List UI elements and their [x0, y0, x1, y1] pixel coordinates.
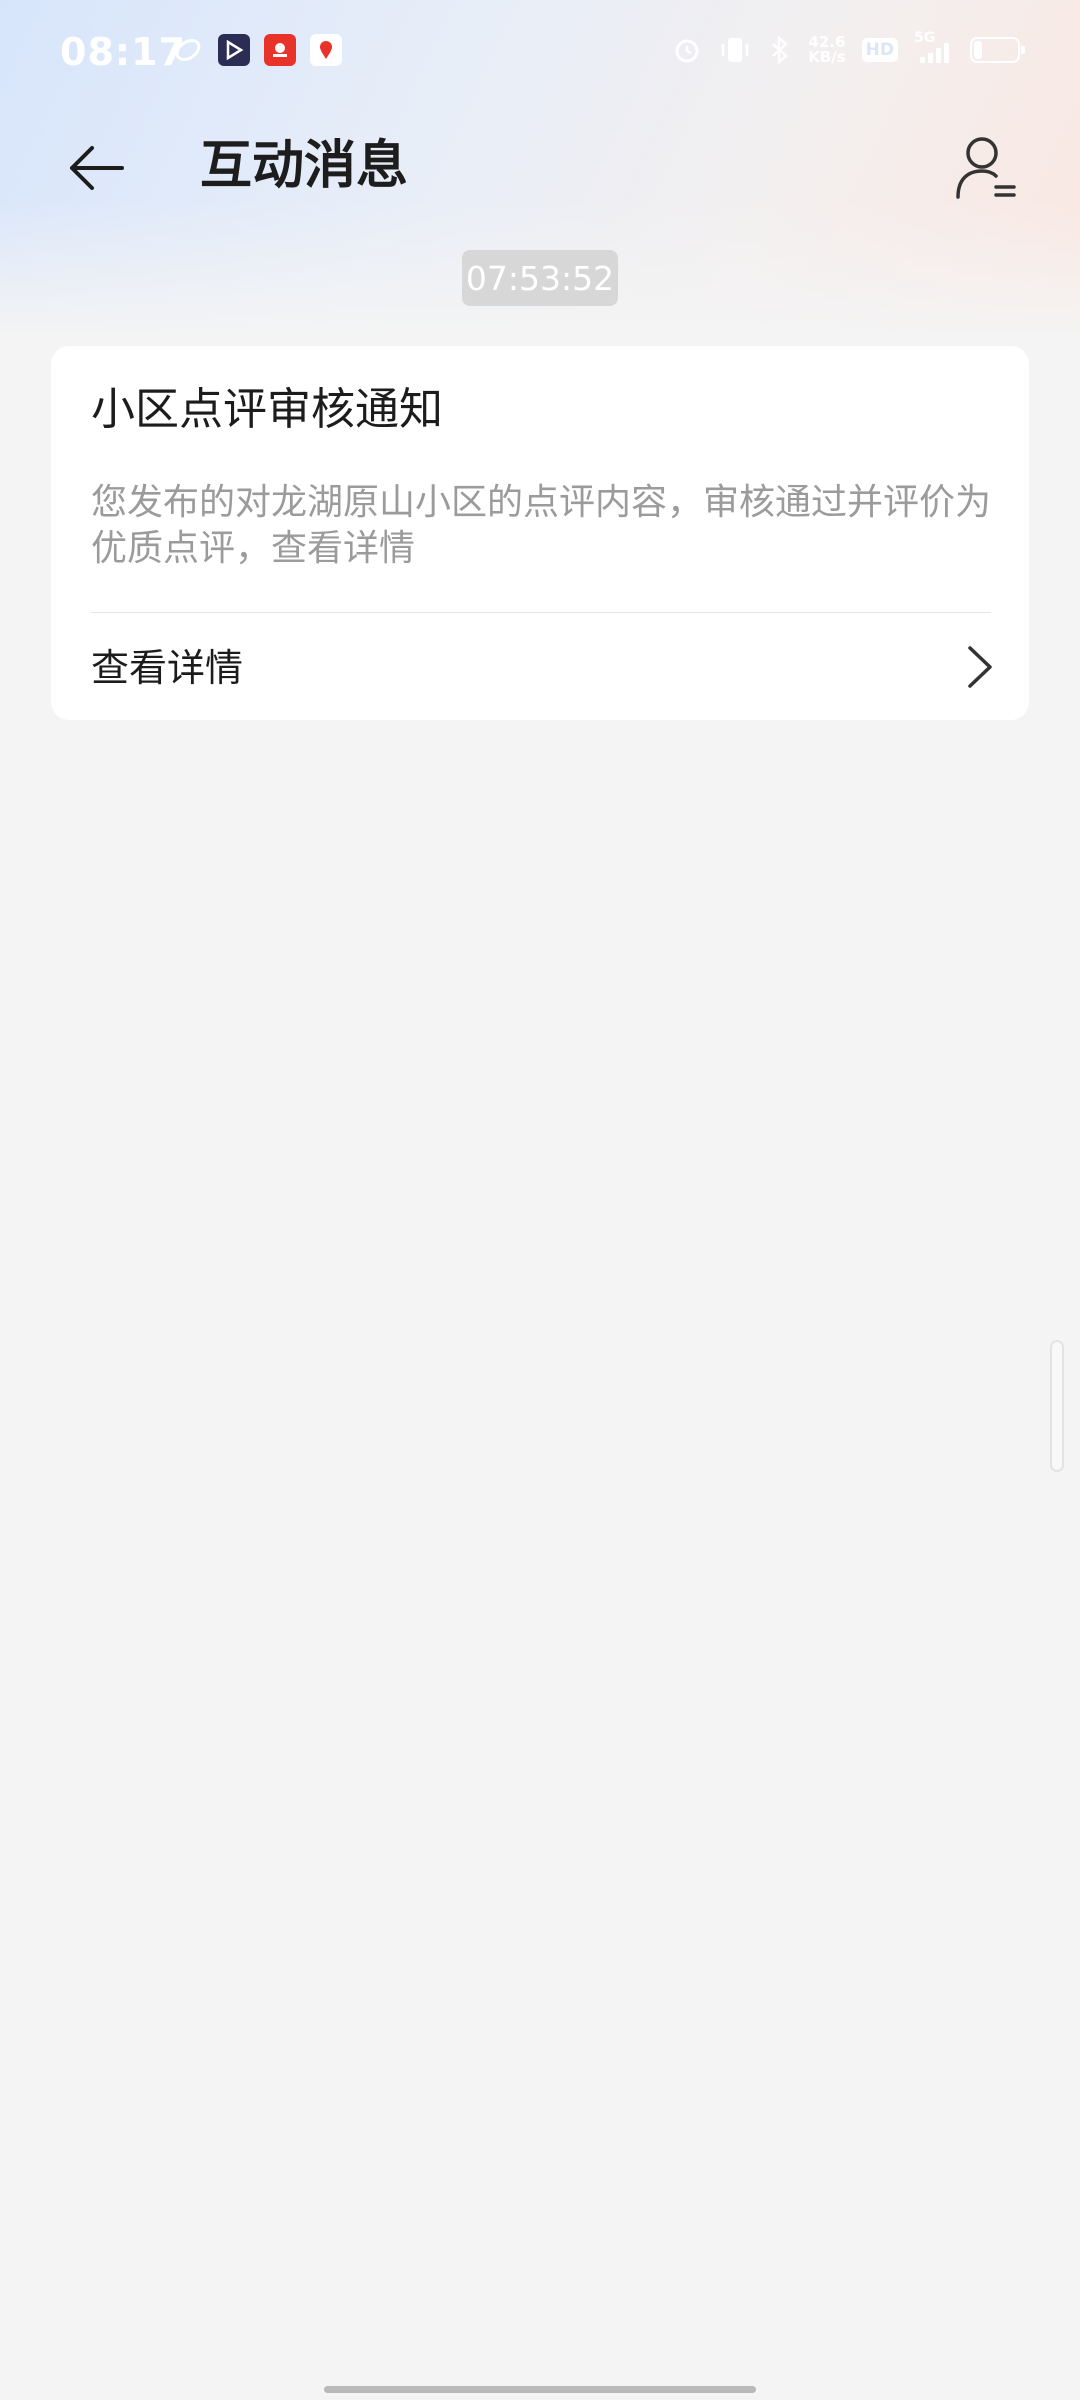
bluetooth-icon — [768, 34, 792, 66]
message-timestamp: 07:53:52 — [462, 250, 618, 306]
back-button[interactable] — [60, 132, 132, 204]
message-card: 小区点评审核通知 您发布的对龙湖原山小区的点评内容，审核通过并评价为优质点评，查… — [51, 346, 1029, 720]
notification-icons — [172, 34, 342, 66]
user-settings-button[interactable] — [950, 132, 1022, 204]
network-speed: 42.6 KB/s — [808, 34, 845, 66]
hd-icon: HD — [861, 34, 898, 66]
shopping-app-icon — [264, 34, 296, 66]
home-indicator[interactable] — [324, 2386, 756, 2393]
message-body: 您发布的对龙湖原山小区的点评内容，审核通过并评价为优质点评，查看详情 — [91, 482, 992, 569]
view-details-link[interactable]: 查看详情 — [51, 613, 1029, 720]
map-app-icon — [310, 34, 342, 66]
network-speed-unit: KB/s — [808, 48, 846, 66]
page-title: 互动消息 — [200, 136, 409, 196]
message-title: 小区点评审核通知 — [91, 384, 443, 435]
hd-label: HD — [861, 38, 898, 62]
user-settings-icon — [956, 137, 1016, 199]
arrow-left-icon — [70, 146, 124, 190]
battery-icon — [970, 34, 1025, 66]
header: 互动消息 — [0, 120, 1080, 214]
alarm-icon — [672, 34, 702, 66]
system-status-icons: 42.6 KB/s HD 5G — [672, 30, 1025, 66]
leaf-app-icon — [172, 34, 204, 66]
video-app-icon — [218, 34, 250, 66]
signal-icon: 5G — [914, 30, 954, 66]
status-bar: 08:17 42.6 KB/s HD 5G — [0, 0, 1080, 106]
signal-label: 5G — [914, 30, 936, 46]
chevron-right-icon — [968, 646, 992, 688]
status-time: 08:17 — [60, 30, 186, 74]
scroll-indicator[interactable] — [1050, 1340, 1064, 1472]
view-details-label: 查看详情 — [91, 646, 244, 690]
vibrate-icon — [718, 34, 752, 66]
